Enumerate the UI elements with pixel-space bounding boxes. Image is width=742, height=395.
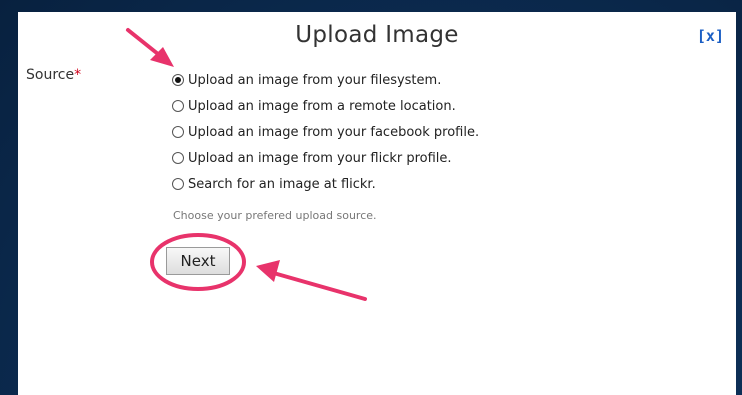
radio-remote-location[interactable]: [172, 100, 184, 112]
radio-filesystem[interactable]: [172, 74, 184, 86]
option-remote-location[interactable]: Upload an image from a remote location.: [172, 93, 479, 119]
option-remote-location-label: Upload an image from a remote location.: [188, 98, 456, 114]
radio-flickr-search[interactable]: [172, 178, 184, 190]
required-marker: *: [74, 67, 82, 83]
option-filesystem-label: Upload an image from your filesystem.: [188, 72, 442, 88]
upload-image-dialog: Upload Image [x] Source* Upload an image…: [18, 12, 736, 395]
source-options: Upload an image from your filesystem. Up…: [172, 67, 479, 197]
next-button[interactable]: Next: [166, 247, 230, 275]
close-button[interactable]: [x]: [697, 27, 724, 45]
source-hint: Choose your prefered upload source.: [173, 209, 377, 222]
radio-flickr-profile[interactable]: [172, 152, 184, 164]
option-facebook-label: Upload an image from your facebook profi…: [188, 124, 480, 140]
option-facebook[interactable]: Upload an image from your facebook profi…: [172, 119, 479, 145]
option-flickr-profile-label: Upload an image from your flickr profile…: [188, 150, 452, 166]
radio-facebook[interactable]: [172, 126, 184, 138]
option-flickr-search[interactable]: Search for an image at flickr.: [172, 171, 479, 197]
source-label-text: Source: [26, 67, 75, 83]
option-flickr-search-label: Search for an image at flickr.: [188, 176, 376, 192]
option-filesystem[interactable]: Upload an image from your filesystem.: [172, 67, 479, 93]
option-flickr-profile[interactable]: Upload an image from your flickr profile…: [172, 145, 479, 171]
source-label: Source*: [26, 67, 81, 83]
dialog-title: Upload Image: [295, 22, 459, 48]
